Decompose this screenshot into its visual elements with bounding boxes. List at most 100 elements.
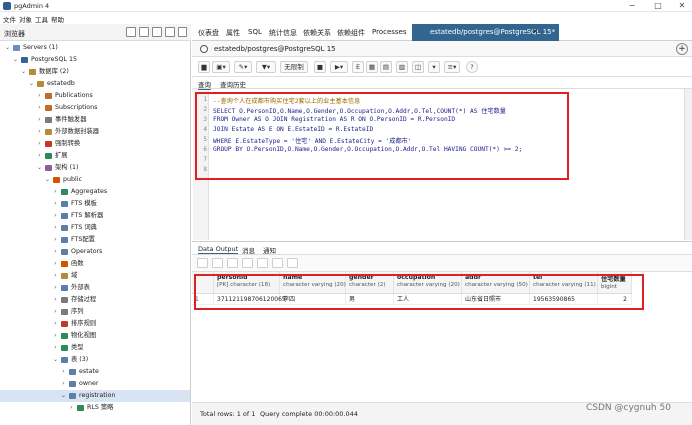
tree-item[interactable]: › 扩展: [0, 150, 190, 162]
chevron-right-icon[interactable]: ›: [52, 222, 59, 234]
chevron-right-icon[interactable]: ›: [36, 102, 43, 114]
tab-data-output[interactable]: Data Output: [198, 245, 239, 254]
editor-scrollbar[interactable]: [684, 89, 692, 240]
object-explorer-icon[interactable]: [126, 27, 136, 37]
tree-item[interactable]: › 物化视图: [0, 330, 190, 342]
tree-item[interactable]: ⌄ PostgreSQL 15: [0, 54, 190, 66]
tab-properties[interactable]: 属性: [226, 28, 240, 38]
chevron-right-icon[interactable]: ›: [36, 150, 43, 162]
new-connection-icon[interactable]: +: [676, 43, 688, 55]
delete-icon[interactable]: [242, 258, 253, 268]
chevron-right-icon[interactable]: ›: [68, 402, 75, 414]
clear-icon[interactable]: ◫: [412, 61, 424, 73]
tree-item[interactable]: › 强制转换: [0, 138, 190, 150]
tree-item[interactable]: › 事件触发器: [0, 114, 190, 126]
chevron-right-icon[interactable]: ›: [36, 138, 43, 150]
chevron-down-icon[interactable]: ⌄: [36, 162, 43, 174]
paste-icon[interactable]: [227, 258, 238, 268]
tree-item[interactable]: › 域: [0, 270, 190, 282]
download-icon[interactable]: ▾: [428, 61, 440, 73]
chevron-right-icon[interactable]: ›: [36, 90, 43, 102]
tree-item[interactable]: › estate: [0, 366, 190, 378]
add-row-icon[interactable]: [197, 258, 208, 268]
explain-analyze-icon[interactable]: ▦: [366, 61, 378, 73]
close-icon[interactable]: ✕: [670, 0, 692, 12]
tree-item[interactable]: › 外部数据封装器: [0, 126, 190, 138]
chevron-right-icon[interactable]: ›: [52, 246, 59, 258]
graph-icon[interactable]: [287, 258, 298, 268]
connection-label[interactable]: estatedb/postgres@PostgreSQL 15: [214, 45, 336, 53]
tree-item[interactable]: ⌄ public: [0, 174, 190, 186]
tree-item[interactable]: ⌄ estatedb: [0, 78, 190, 90]
tab-processes[interactable]: Processes: [372, 28, 407, 36]
subtab-query[interactable]: 查询: [198, 79, 211, 90]
chevron-right-icon[interactable]: ›: [52, 282, 59, 294]
chevron-right-icon[interactable]: ›: [52, 258, 59, 270]
tab-notifications[interactable]: 通知: [263, 245, 276, 255]
tab-statistics[interactable]: 统计信息: [269, 28, 297, 38]
table-view-icon[interactable]: [139, 27, 149, 37]
explain-icon[interactable]: E: [352, 61, 364, 73]
tree-item[interactable]: › 类型: [0, 342, 190, 354]
commit-icon[interactable]: ▤: [380, 61, 392, 73]
tree-item[interactable]: › Subscriptions: [0, 102, 190, 114]
tab-messages[interactable]: 消息: [242, 245, 255, 255]
tree-item[interactable]: › Aggregates: [0, 186, 190, 198]
copy-icon[interactable]: [212, 258, 223, 268]
tree-item[interactable]: ⌄ 架构 (1): [0, 162, 190, 174]
tree-item[interactable]: › owner: [0, 378, 190, 390]
chevron-right-icon[interactable]: ›: [52, 342, 59, 354]
tree-item[interactable]: › FTS 解析器: [0, 210, 190, 222]
menu-object[interactable]: 对象: [19, 14, 32, 24]
menu-tools[interactable]: 工具: [35, 14, 48, 24]
open-file-icon[interactable]: ▆: [198, 61, 210, 73]
tree-item[interactable]: › 存储过程: [0, 294, 190, 306]
tree-item[interactable]: › RLS 策略: [0, 402, 190, 414]
chevron-right-icon[interactable]: ›: [52, 198, 59, 210]
chevron-right-icon[interactable]: ›: [52, 270, 59, 282]
tab-dependencies[interactable]: 依赖关系: [303, 28, 331, 38]
tree-item[interactable]: ⌄ Servers (1): [0, 42, 190, 54]
tab-sql[interactable]: SQL: [248, 28, 262, 36]
tree-item[interactable]: › Operators: [0, 246, 190, 258]
tree-item[interactable]: › 外部表: [0, 282, 190, 294]
download-csv-icon[interactable]: [272, 258, 283, 268]
chevron-down-icon[interactable]: ⌄: [28, 78, 35, 90]
chevron-down-icon[interactable]: ⌄: [44, 174, 51, 186]
tree-item[interactable]: ⌄ 数据库 (2): [0, 66, 190, 78]
tree-item[interactable]: › 排序规则: [0, 318, 190, 330]
chevron-right-icon[interactable]: ›: [52, 318, 59, 330]
chevron-down-icon[interactable]: ⌄: [12, 54, 19, 66]
execute-icon[interactable]: ▶▾: [330, 61, 348, 73]
tab-dependents[interactable]: 依赖组件: [337, 28, 365, 38]
tree-item[interactable]: › FTS配置: [0, 234, 190, 246]
menu-file[interactable]: 文件: [3, 14, 16, 24]
tree-item[interactable]: ⌄ 表 (3): [0, 354, 190, 366]
tab-close-icon[interactable]: ✕: [532, 27, 539, 36]
tree-item[interactable]: › 函数: [0, 258, 190, 270]
menu-help[interactable]: 帮助: [51, 14, 64, 24]
chevron-right-icon[interactable]: ›: [60, 378, 67, 390]
tree-item[interactable]: › FTS 模板: [0, 198, 190, 210]
limit-select[interactable]: 无限制: [280, 61, 308, 73]
chevron-right-icon[interactable]: ›: [52, 186, 59, 198]
chevron-down-icon[interactable]: ⌄: [4, 42, 11, 54]
rollback-icon[interactable]: ▧: [396, 61, 408, 73]
chevron-right-icon[interactable]: ›: [36, 114, 43, 126]
save-data-icon[interactable]: [257, 258, 268, 268]
save-file-icon[interactable]: ▣▾: [212, 61, 230, 73]
chevron-down-icon[interactable]: ⌄: [20, 66, 27, 78]
maximize-icon[interactable]: □: [646, 0, 670, 12]
help-icon[interactable]: ?: [466, 61, 478, 73]
tree-item[interactable]: › 序列: [0, 306, 190, 318]
chevron-right-icon[interactable]: ›: [52, 234, 59, 246]
macros-icon[interactable]: ≡▾: [444, 61, 460, 73]
tree-item[interactable]: ⌄ registration: [0, 390, 190, 402]
stop-icon[interactable]: ■: [314, 61, 326, 73]
chevron-right-icon[interactable]: ›: [52, 306, 59, 318]
chevron-down-icon[interactable]: ⌄: [60, 390, 67, 402]
chevron-right-icon[interactable]: ›: [52, 330, 59, 342]
subtab-history[interactable]: 查询历史: [220, 79, 246, 89]
query-tool-icon[interactable]: [165, 27, 175, 37]
search-icon[interactable]: [178, 27, 187, 37]
